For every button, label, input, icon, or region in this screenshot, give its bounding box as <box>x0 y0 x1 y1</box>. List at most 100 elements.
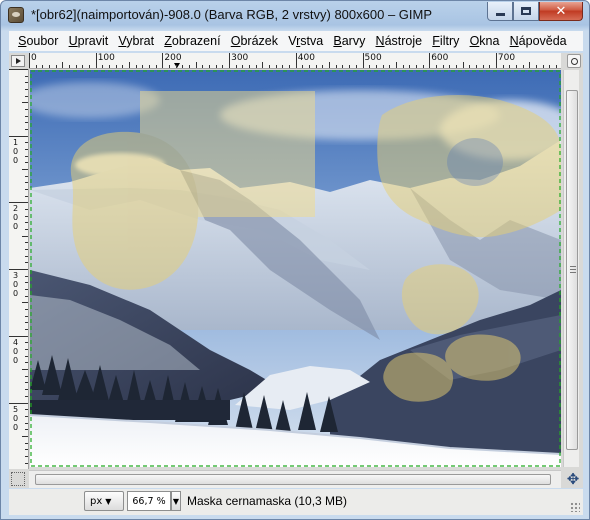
menu-soubor[interactable]: Soubor <box>13 34 64 48</box>
ruler-minor-tick <box>355 65 357 68</box>
menu-zobrazeni[interactable]: Zobrazení <box>159 34 225 48</box>
zoom-field[interactable]: 66,7 % <box>127 491 171 511</box>
menu-label-post: brázek <box>240 34 279 48</box>
quick-mask-toggle-icon[interactable] <box>11 472 25 486</box>
ruler-minor-tick <box>109 65 111 68</box>
ruler-major-tick <box>229 53 231 68</box>
horizontal-ruler[interactable]: 0 100 200 300 400 500 600 700 <box>29 53 561 69</box>
ruler-minor-tick <box>25 222 28 224</box>
ruler-minor-tick <box>25 229 28 231</box>
menu-napoveda[interactable]: Nápověda <box>505 34 572 48</box>
ruler-minor-tick <box>25 342 28 344</box>
close-icon: ✕ <box>555 3 567 19</box>
vertical-scrollbar[interactable] <box>563 70 579 467</box>
ruler-minor-tick <box>25 162 28 164</box>
menu-vrstva[interactable]: Vrstva <box>283 34 328 48</box>
ruler-minor-tick <box>315 65 317 68</box>
ruler-minor-tick <box>382 65 384 68</box>
horizontal-scrollbar[interactable] <box>29 470 561 488</box>
menu-nastroje[interactable]: Nástroje <box>370 34 427 48</box>
ruler-minor-tick <box>22 169 28 171</box>
menu-label-post: stva <box>300 34 324 48</box>
menu-vybrat[interactable]: Vybrat <box>113 34 159 48</box>
ruler-minor-tick <box>25 422 28 424</box>
ruler-minor-tick <box>25 355 28 357</box>
ruler-minor-tick <box>395 62 397 68</box>
ruler-label: 400 <box>297 53 315 63</box>
unit-selector[interactable]: px ▼ <box>84 491 124 511</box>
ruler-minor-tick <box>22 102 28 104</box>
ruler-major-tick <box>9 402 28 404</box>
gimp-window: *[obr62](naimportován)-908.0 (Barva RGB,… <box>0 0 590 520</box>
ruler-minor-tick <box>25 409 28 411</box>
ruler-minor-tick <box>309 65 311 68</box>
ruler-minor-tick <box>175 65 177 68</box>
gimp-app-icon[interactable] <box>8 7 24 23</box>
ruler-minor-tick <box>25 289 28 291</box>
ruler-minor-tick <box>122 65 124 68</box>
menu-barvy[interactable]: Barvy <box>328 34 370 48</box>
navigate-image-icon[interactable]: ✥ <box>563 470 583 488</box>
menu-label-post: pravit <box>77 34 109 48</box>
ruler-minor-tick <box>22 369 28 371</box>
status-bar: px ▼ 66,7 % ▼ Maska cernamaska (10,3 MB) <box>9 489 583 515</box>
ruler-minor-tick <box>25 462 28 464</box>
ruler-minor-tick <box>402 65 404 68</box>
menu-label-post: iltry <box>439 34 460 48</box>
menu-mnemonic: N <box>509 34 519 48</box>
menu-obrazek[interactable]: Obrázek <box>226 34 283 48</box>
ruler-minor-tick <box>515 65 517 68</box>
ruler-major-tick <box>362 53 364 68</box>
zoom-dropdown-button[interactable]: ▼ <box>171 491 181 511</box>
ruler-minor-tick <box>22 235 28 237</box>
ruler-label: 2 0 0 <box>12 204 19 232</box>
ruler-minor-tick <box>25 175 28 177</box>
resize-grip-icon[interactable] <box>570 502 580 512</box>
maximize-button[interactable] <box>513 2 539 21</box>
vertical-ruler[interactable]: 1 0 0 2 0 0 3 0 0 4 0 0 5 0 0 <box>9 69 29 469</box>
ruler-minor-tick <box>25 82 28 84</box>
ruler-minor-tick <box>529 62 531 68</box>
menu-okna[interactable]: Okna <box>464 34 504 48</box>
ruler-major-tick <box>495 53 497 68</box>
ruler-minor-tick <box>222 65 224 68</box>
menu-filtry[interactable]: Filtry <box>427 34 464 48</box>
ruler-minor-tick <box>202 65 204 68</box>
ruler-minor-tick <box>449 65 451 68</box>
window-title: *[obr62](naimportován)-908.0 (Barva RGB,… <box>31 7 433 22</box>
menu-upravit[interactable]: Upravit <box>64 34 114 48</box>
ruler-minor-tick <box>22 435 28 437</box>
ruler-label: 300 <box>231 53 249 63</box>
ruler-minor-tick <box>25 115 28 117</box>
ruler-minor-tick <box>255 65 257 68</box>
image-menu-button[interactable] <box>11 55 25 67</box>
ruler-minor-tick <box>535 65 537 68</box>
close-button[interactable]: ✕ <box>539 2 583 21</box>
ruler-label: 600 <box>431 53 449 63</box>
ruler-major-tick <box>9 135 28 137</box>
minimize-button[interactable] <box>487 2 513 21</box>
ruler-minor-tick <box>149 65 151 68</box>
menu-mnemonic: B <box>333 34 342 48</box>
ruler-minor-tick <box>25 129 28 131</box>
title-bar[interactable]: *[obr62](naimportován)-908.0 (Barva RGB,… <box>1 1 589 29</box>
ruler-minor-tick <box>102 65 104 68</box>
ruler-minor-tick <box>25 322 28 324</box>
ruler-label: 100 <box>97 53 115 63</box>
ruler-minor-tick <box>25 122 28 124</box>
horizontal-scroll-thumb[interactable] <box>35 474 551 485</box>
ruler-major-tick <box>9 269 28 271</box>
ruler-label: 200 <box>164 53 182 63</box>
vertical-scroll-thumb[interactable] <box>566 90 578 450</box>
ruler-minor-tick <box>82 65 84 68</box>
menu-label-post: kna <box>479 34 500 48</box>
image-canvas[interactable] <box>30 70 561 467</box>
ruler-minor-tick <box>35 65 37 68</box>
ruler-minor-tick <box>215 65 217 68</box>
ruler-major-tick <box>295 53 297 68</box>
ruler-minor-tick <box>25 89 28 90</box>
scroll-grip-icon <box>570 266 576 273</box>
ruler-major-tick <box>9 69 28 70</box>
zoom-to-window-icon[interactable] <box>567 54 581 68</box>
ruler-minor-tick <box>25 275 28 277</box>
